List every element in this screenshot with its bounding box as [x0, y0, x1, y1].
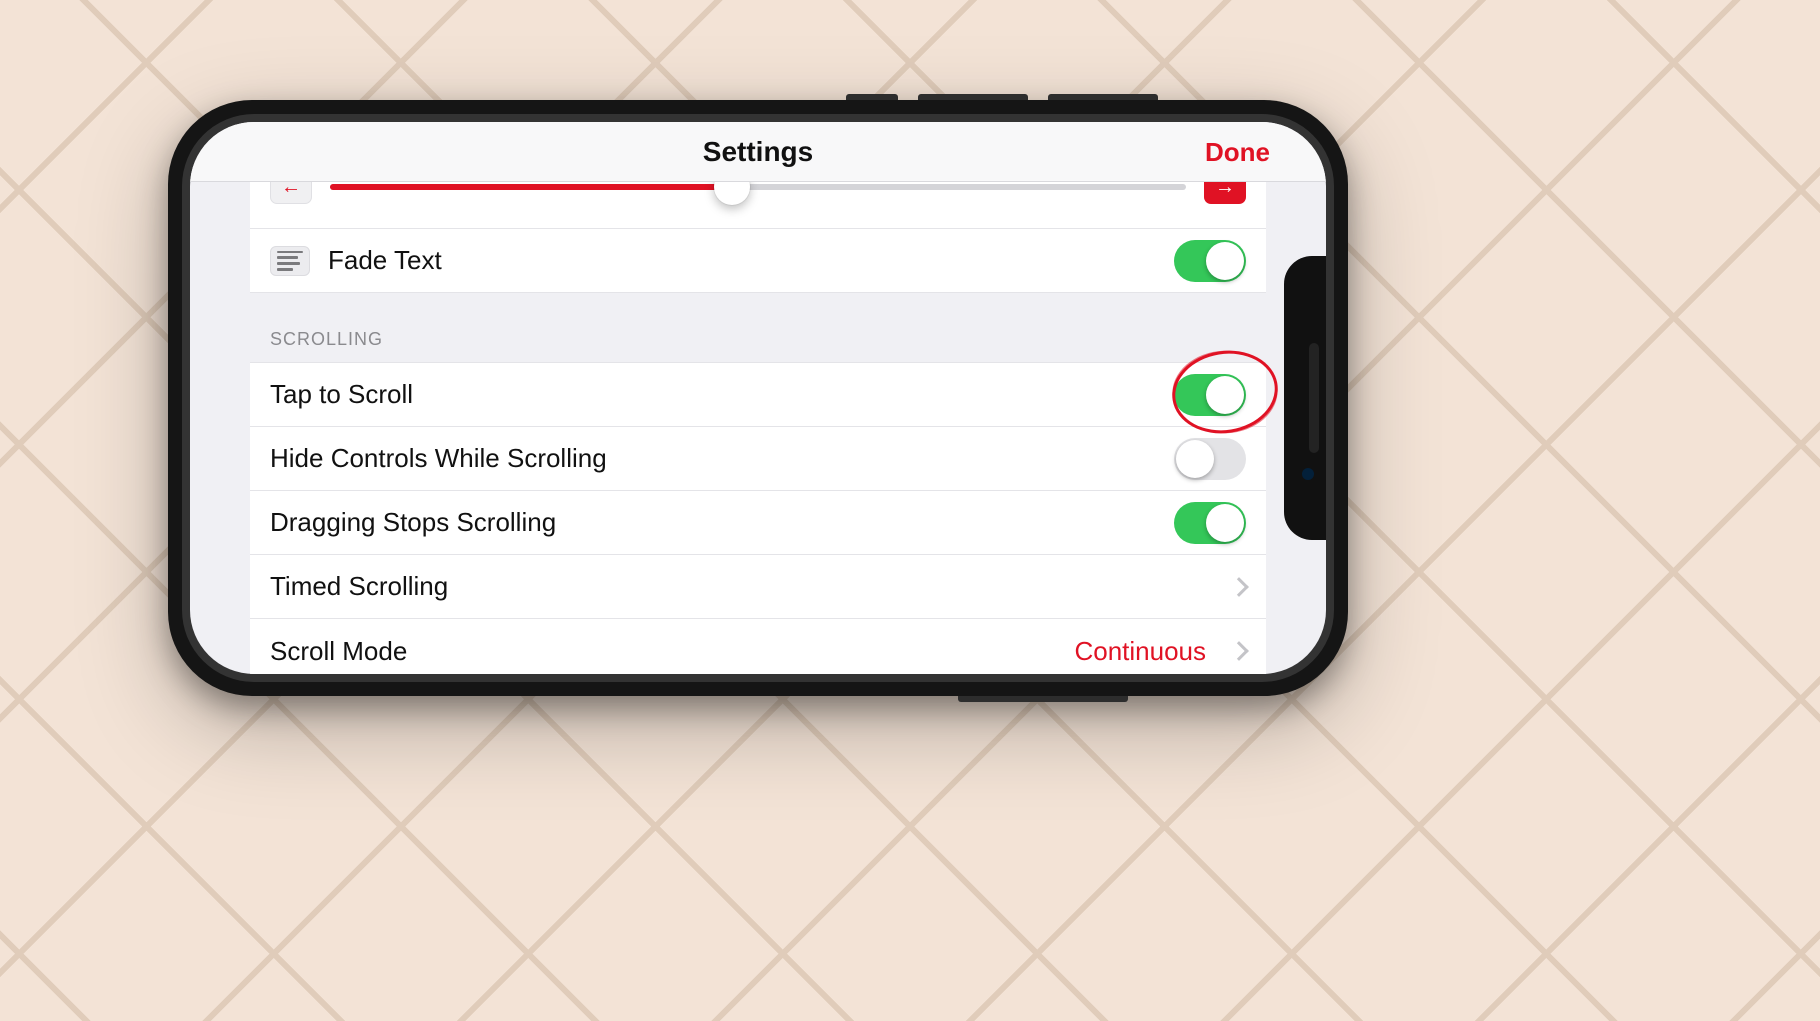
scrolling-group: Tap to Scroll Hide Controls While Scroll… — [250, 362, 1266, 674]
settings-content[interactable]: ← → — [190, 182, 1326, 674]
slider-thumb[interactable] — [714, 182, 750, 205]
speed-slider[interactable] — [330, 182, 1186, 202]
speaker-grill — [1309, 343, 1319, 453]
phone-frame: Settings Done ← — [168, 100, 1348, 696]
navbar: Settings Done — [190, 122, 1326, 182]
scroll-mode-value: Continuous — [1074, 636, 1206, 667]
tap-to-scroll-label: Tap to Scroll — [270, 379, 1156, 410]
scroll-mode-row[interactable]: Scroll Mode Continuous — [250, 619, 1266, 674]
chevron-right-icon — [1229, 641, 1249, 661]
hw-button — [958, 696, 1128, 702]
hide-controls-row: Hide Controls While Scrolling — [250, 427, 1266, 491]
timed-scrolling-row[interactable]: Timed Scrolling — [250, 555, 1266, 619]
scroll-mode-label: Scroll Mode — [270, 636, 1056, 667]
screen: Settings Done ← — [190, 122, 1326, 674]
slider-increment-button[interactable]: → — [1204, 182, 1246, 204]
chevron-right-icon — [1229, 577, 1249, 597]
slider-fill — [330, 184, 732, 190]
hide-controls-toggle[interactable] — [1174, 438, 1246, 480]
timed-scrolling-label: Timed Scrolling — [270, 571, 1214, 602]
dragging-stops-toggle[interactable] — [1174, 502, 1246, 544]
done-button[interactable]: Done — [1205, 122, 1270, 182]
dragging-stops-label: Dragging Stops Scrolling — [270, 507, 1156, 538]
fade-text-row: Fade Text — [250, 229, 1266, 293]
hw-button — [1048, 94, 1158, 100]
fade-text-toggle[interactable] — [1174, 240, 1246, 282]
speed-slider-row: ← → — [250, 182, 1266, 229]
arrow-right-icon: → — [1215, 182, 1235, 199]
dragging-stops-row: Dragging Stops Scrolling — [250, 491, 1266, 555]
hide-controls-label: Hide Controls While Scrolling — [270, 443, 1156, 474]
text-lines-icon — [270, 246, 310, 276]
scrolling-header: SCROLLING — [250, 293, 1266, 362]
tap-to-scroll-row: Tap to Scroll — [250, 363, 1266, 427]
notch — [1284, 256, 1326, 540]
arrow-left-icon: ← — [281, 182, 301, 199]
hw-button — [846, 94, 898, 100]
fade-text-label: Fade Text — [328, 245, 1156, 276]
hw-button — [918, 94, 1028, 100]
page-title: Settings — [703, 136, 813, 168]
slider-decrement-button[interactable]: ← — [270, 182, 312, 204]
tap-to-scroll-toggle[interactable] — [1174, 374, 1246, 416]
